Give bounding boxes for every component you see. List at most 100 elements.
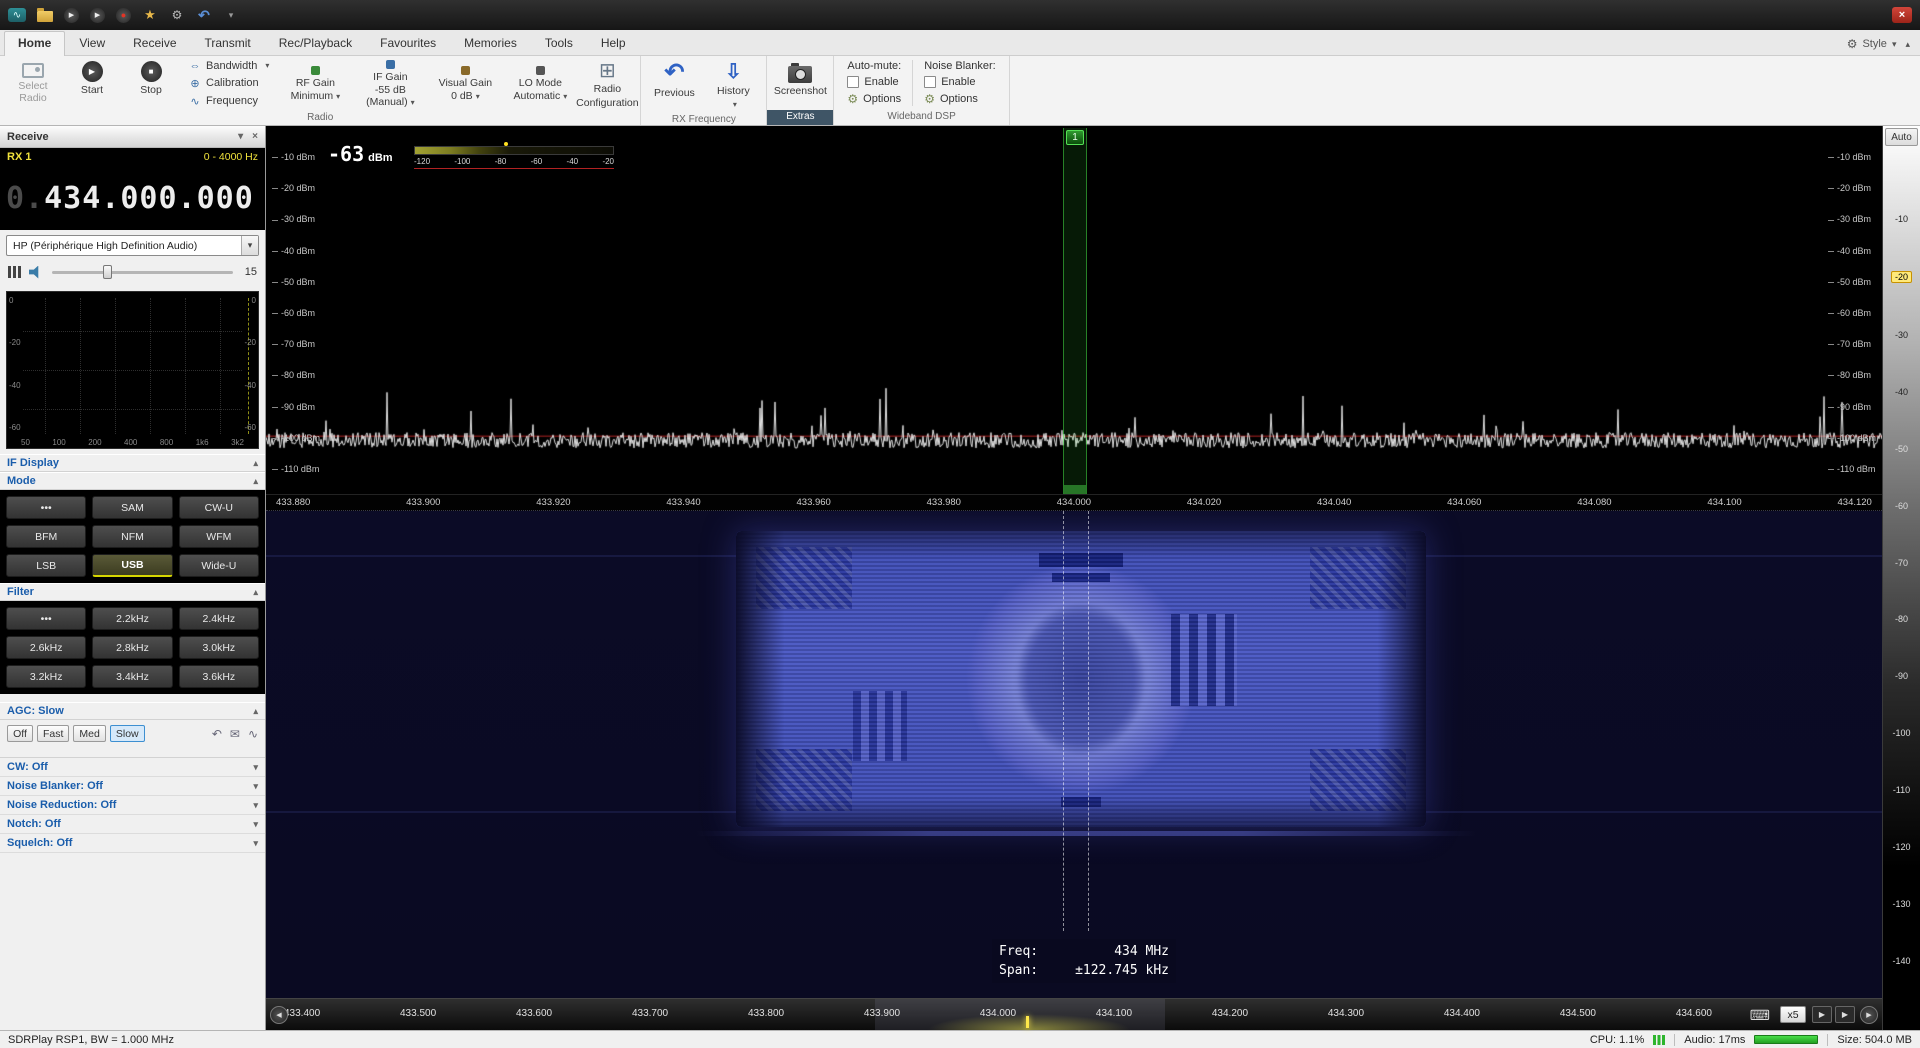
settings-gear-icon[interactable]: [169, 7, 185, 23]
previous-button[interactable]: Previous: [646, 58, 702, 111]
chevron-down-icon[interactable]: [241, 236, 258, 255]
spectrum-display[interactable]: -10 dBm-20 dBm-30 dBm-40 dBm-50 dBm-60 d…: [266, 126, 1882, 494]
play-icon[interactable]: [64, 8, 79, 23]
mode-button[interactable]: LSB: [6, 554, 86, 577]
zoom-button[interactable]: x5: [1780, 1006, 1806, 1023]
chevron-down-icon[interactable]: [253, 838, 258, 849]
step-forward-button[interactable]: [1812, 1006, 1832, 1023]
filter-button[interactable]: 3.0kHz: [179, 636, 259, 659]
band-navigator[interactable]: 433.400433.500433.600433.700433.800433.9…: [266, 998, 1882, 1030]
agc-chart-icon[interactable]: [248, 727, 258, 741]
mode-button[interactable]: BFM: [6, 525, 86, 548]
filter-button[interactable]: •••: [6, 607, 86, 630]
keyboard-icon[interactable]: [1750, 1007, 1770, 1024]
agc-button[interactable]: Off: [7, 725, 33, 742]
agc-button[interactable]: Slow: [110, 725, 145, 742]
chevron-down-icon[interactable]: [253, 781, 258, 792]
favourites-star-icon[interactable]: [142, 7, 158, 23]
filter-button[interactable]: 3.4kHz: [92, 665, 172, 688]
calibration-button[interactable]: Calibration: [185, 76, 273, 91]
filter-header[interactable]: Filter: [0, 583, 265, 601]
scroll-right-button[interactable]: [1860, 1006, 1878, 1024]
ribbon-tab[interactable]: Receive: [119, 31, 190, 55]
volume-slider-thumb[interactable]: [103, 265, 112, 279]
chevron-down-icon[interactable]: [253, 800, 258, 811]
filter-button[interactable]: 3.2kHz: [6, 665, 86, 688]
agc-button[interactable]: Med: [73, 725, 105, 742]
style-selector[interactable]: Style: [1841, 37, 1916, 55]
ribbon-tab[interactable]: Memories: [450, 31, 531, 55]
filter-button[interactable]: 2.8kHz: [92, 636, 172, 659]
waterfall-level-scale[interactable]: Auto -10-20-30-40-50-60-70-80-90-100-110…: [1882, 126, 1920, 1030]
if-display-header[interactable]: IF Display: [0, 454, 265, 472]
ribbon-tab[interactable]: Home: [4, 31, 65, 56]
panel-close-icon[interactable]: [252, 131, 258, 142]
noise-blanker-enable[interactable]: Enable: [924, 76, 996, 88]
dsp-section-header[interactable]: CW: Off: [0, 758, 265, 777]
start-button[interactable]: Start: [64, 58, 120, 109]
filter-button[interactable]: 2.2kHz: [92, 607, 172, 630]
close-icon[interactable]: [1892, 7, 1912, 23]
mode-button[interactable]: NFM: [92, 525, 172, 548]
mode-header[interactable]: Mode: [0, 472, 265, 490]
radio-configuration-button[interactable]: Radio Configuration: [579, 58, 635, 109]
mode-button[interactable]: Wide-U: [179, 554, 259, 577]
screenshot-button[interactable]: Screenshot: [772, 58, 828, 108]
if-gain-button[interactable]: IF Gain -55 dB (Manual): [354, 58, 426, 109]
agc-reset-icon[interactable]: [212, 727, 222, 741]
record-icon[interactable]: [116, 8, 131, 23]
dsp-section-header[interactable]: Noise Reduction: Off: [0, 796, 265, 815]
mode-button[interactable]: WFM: [179, 525, 259, 548]
volume-slider[interactable]: [52, 264, 233, 280]
ribbon-tab[interactable]: View: [65, 31, 119, 55]
filter-button[interactable]: 2.6kHz: [6, 636, 86, 659]
agc-button[interactable]: Fast: [37, 725, 69, 742]
scroll-left-button[interactable]: [270, 1006, 288, 1024]
ribbon-tab[interactable]: Rec/Playback: [265, 31, 366, 55]
chevron-down-icon[interactable]: [253, 819, 258, 830]
agc-header[interactable]: AGC: Slow: [0, 702, 265, 720]
noise-blanker-options[interactable]: Options: [924, 92, 996, 106]
select-radio-button[interactable]: Select Radio: [5, 58, 61, 109]
noise-blanker-enable-checkbox[interactable]: [924, 76, 936, 88]
undo-icon[interactable]: [196, 7, 212, 23]
stop-button[interactable]: Stop: [123, 58, 179, 109]
ribbon-collapse-icon[interactable]: [1905, 39, 1910, 50]
bandwidth-button[interactable]: Bandwidth: [185, 59, 273, 73]
dsp-section-header[interactable]: Noise Blanker: Off: [0, 777, 265, 796]
waterfall-display[interactable]: Freq: 434 MHz Span: ±122.745 kHz: [266, 511, 1882, 998]
mode-button[interactable]: SAM: [92, 496, 172, 519]
playback-icon[interactable]: [90, 8, 105, 23]
ribbon-tab[interactable]: Tools: [531, 31, 587, 55]
ribbon-tab[interactable]: Transmit: [191, 31, 265, 55]
rf-gain-button[interactable]: RF Gain Minimum: [279, 58, 351, 109]
ribbon-tab[interactable]: Help: [587, 31, 640, 55]
visual-gain-button[interactable]: Visual Gain 0 dB: [429, 58, 501, 109]
audio-spectrum-graph[interactable]: 0-20-40-60 0-20-40-60 501002004008001k63…: [6, 291, 259, 449]
frequency-display[interactable]: 0. 434.000.000: [0, 166, 265, 230]
auto-level-button[interactable]: Auto: [1885, 128, 1918, 146]
automute-enable[interactable]: Enable: [847, 76, 901, 88]
quick-access-dropdown-icon[interactable]: [223, 7, 239, 23]
equalizer-icon[interactable]: [8, 266, 21, 278]
history-button[interactable]: History: [705, 58, 761, 111]
tuning-marker[interactable]: 1: [1063, 128, 1087, 494]
filter-button[interactable]: 2.4kHz: [179, 607, 259, 630]
frequency-button[interactable]: Frequency: [185, 94, 273, 109]
dsp-section-header[interactable]: Squelch: Off: [0, 834, 265, 853]
ribbon-tab[interactable]: Favourites: [366, 31, 450, 55]
open-folder-icon[interactable]: [37, 11, 53, 22]
mode-button[interactable]: USB: [92, 554, 172, 577]
automute-enable-checkbox[interactable]: [847, 76, 859, 88]
agc-envelope-icon[interactable]: [230, 727, 240, 741]
chevron-down-icon[interactable]: [253, 762, 258, 773]
lo-mode-button[interactable]: LO Mode Automatic: [504, 58, 576, 109]
automute-options[interactable]: Options: [847, 92, 901, 106]
filter-button[interactable]: 3.6kHz: [179, 665, 259, 688]
mode-button[interactable]: CW-U: [179, 496, 259, 519]
audio-device-select[interactable]: HP (Périphérique High Definition Audio): [6, 235, 259, 256]
speaker-icon[interactable]: [29, 266, 44, 279]
panel-collapse-icon[interactable]: [238, 131, 243, 142]
dsp-section-header[interactable]: Notch: Off: [0, 815, 265, 834]
step-end-button[interactable]: [1835, 1006, 1855, 1023]
